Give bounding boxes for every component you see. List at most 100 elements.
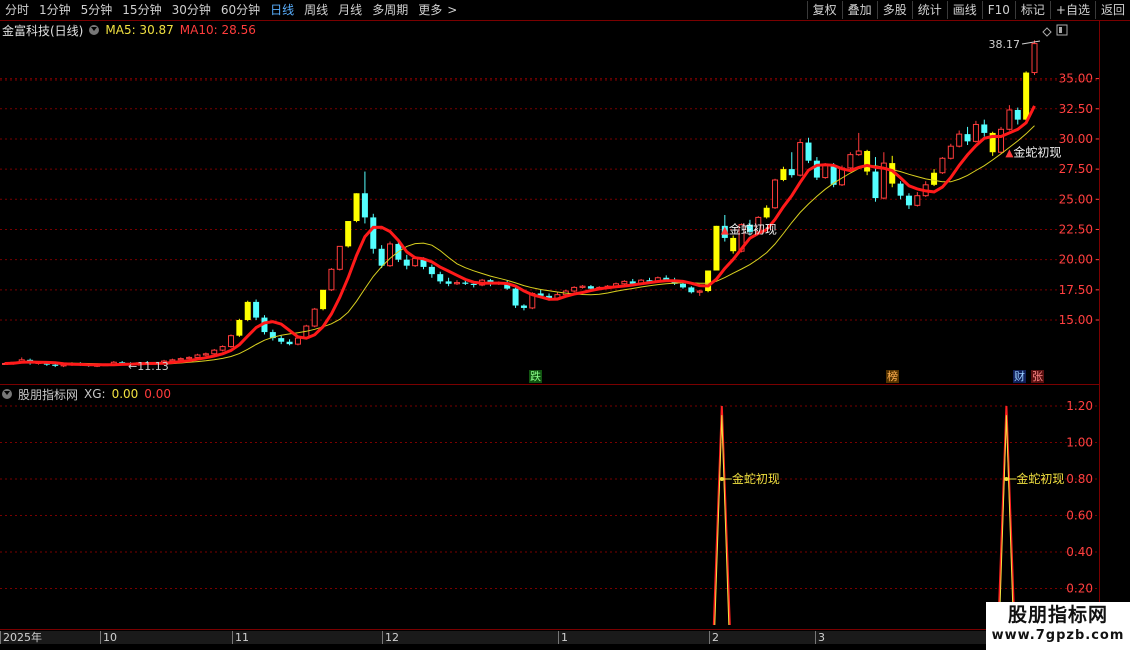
- candle-body: [822, 165, 829, 179]
- sub-axis-label: 0.40: [1066, 545, 1093, 559]
- candle-body: [1023, 72, 1030, 120]
- candle-body: [931, 172, 938, 185]
- candle-body: [470, 283, 477, 285]
- candle-body: [872, 171, 879, 199]
- signal-arrow-icon: [1005, 149, 1014, 158]
- candle-body: [897, 183, 904, 196]
- candle-body: [286, 341, 293, 345]
- candle-body: [512, 288, 519, 306]
- candle-body: [445, 281, 452, 284]
- candle-body: [336, 245, 343, 270]
- candle-body: [914, 195, 921, 206]
- candle-body: [294, 337, 301, 345]
- candle-body: [403, 259, 410, 266]
- price-axis-label: 35.00: [1059, 72, 1093, 86]
- candle-body: [688, 287, 695, 293]
- candle-body: [587, 286, 594, 289]
- candle-body: [236, 320, 243, 336]
- date-axis-label: 2: [709, 631, 719, 644]
- candle-body: [370, 217, 377, 249]
- candle-body: [855, 150, 862, 156]
- signal-label-sub: 金蛇初现: [732, 471, 780, 486]
- sub-axis-label: 0.60: [1066, 509, 1093, 523]
- candle-body: [730, 237, 737, 252]
- watermark-title: 股朋指标网: [1007, 604, 1108, 626]
- candle-body: [253, 301, 260, 318]
- sub-axis-label: 0.80: [1066, 472, 1093, 486]
- event-tag[interactable]: 张: [1031, 370, 1044, 383]
- candle-body: [320, 289, 327, 310]
- diamond-icon: [1042, 27, 1052, 37]
- candle-body: [194, 354, 201, 358]
- price-axis-label: 15.00: [1059, 313, 1093, 327]
- candle-body: [998, 128, 1005, 153]
- candle-body: [311, 308, 318, 327]
- candle-body: [186, 356, 193, 360]
- signal-label-main: 金蛇初现: [1013, 144, 1061, 159]
- candle-body: [763, 207, 770, 218]
- candle-body: [428, 266, 435, 275]
- watermark-logo: 股朋指标网 www.7gpzb.com: [986, 602, 1130, 650]
- candle-body: [244, 301, 251, 320]
- sub-axis-label: 1.20: [1066, 399, 1093, 413]
- candle-body: [788, 169, 795, 176]
- panel-toggle-icon-inner: [1059, 27, 1062, 33]
- price-axis-label: 27.50: [1059, 162, 1093, 176]
- candle-body: [211, 349, 218, 355]
- price-axis-label: 22.50: [1059, 222, 1093, 236]
- candle-body: [378, 248, 385, 266]
- candle-body: [981, 124, 988, 133]
- date-axis-label: 2025年: [0, 631, 42, 644]
- candle-body: [353, 193, 360, 222]
- kline-chart[interactable]: 35.00 32.50 30.00 27.50 25.00 22.50 20.00 17.50…: [0, 0, 1130, 650]
- date-axis-label: 11: [232, 631, 249, 644]
- signal-label-sub: 金蛇初现: [1016, 471, 1064, 486]
- price-axis-label: 30.00: [1059, 132, 1093, 146]
- date-axis-label: 12: [382, 631, 399, 644]
- price-axis-label: 17.50: [1059, 283, 1093, 297]
- candle-body: [696, 290, 703, 293]
- candle-body: [453, 282, 460, 285]
- price-axis-label: 25.00: [1059, 192, 1093, 206]
- candle-body: [1014, 109, 1021, 120]
- candle-body: [177, 358, 184, 361]
- event-tag[interactable]: 跌: [529, 370, 542, 383]
- ma10-line: [4, 125, 1035, 365]
- candle-body: [780, 169, 787, 180]
- date-scrollbar[interactable]: [0, 631, 986, 644]
- candle-body: [813, 160, 820, 178]
- candle-body: [713, 225, 720, 271]
- candle-body: [387, 243, 394, 267]
- high-price-marker: 38.17: [989, 38, 1021, 51]
- ma5-line: [4, 105, 1036, 367]
- candle-body: [705, 270, 712, 292]
- date-axis-label: 3: [815, 631, 825, 644]
- candle-body: [278, 338, 285, 342]
- event-tag[interactable]: 财: [1013, 370, 1026, 383]
- candle-body: [956, 133, 963, 147]
- candle-body: [847, 154, 854, 169]
- candle-body: [621, 280, 628, 285]
- sub-axis-label: 0.20: [1066, 582, 1093, 596]
- sub-axis-label: 1.00: [1066, 436, 1093, 450]
- candle-body: [52, 364, 59, 366]
- candle-body: [579, 285, 586, 288]
- candle-body: [328, 268, 335, 291]
- candle-body: [520, 305, 527, 308]
- candle-body: [772, 179, 779, 209]
- signal-label-main: 金蛇初现: [729, 222, 777, 237]
- candle-body: [797, 142, 804, 176]
- event-tag[interactable]: 榜: [886, 370, 899, 383]
- candle-body: [947, 145, 954, 159]
- candle-body: [679, 283, 686, 288]
- candle-body: [964, 134, 971, 142]
- date-axis-label: 10: [100, 631, 117, 644]
- candle-body: [437, 274, 444, 282]
- watermark-url: www.7gpzb.com: [991, 628, 1125, 643]
- price-axis-label: 20.00: [1059, 253, 1093, 267]
- candle-body: [864, 151, 871, 172]
- candle-body: [462, 282, 469, 284]
- candle-body: [972, 123, 979, 142]
- candle-body: [905, 195, 912, 206]
- candle-body: [571, 286, 578, 292]
